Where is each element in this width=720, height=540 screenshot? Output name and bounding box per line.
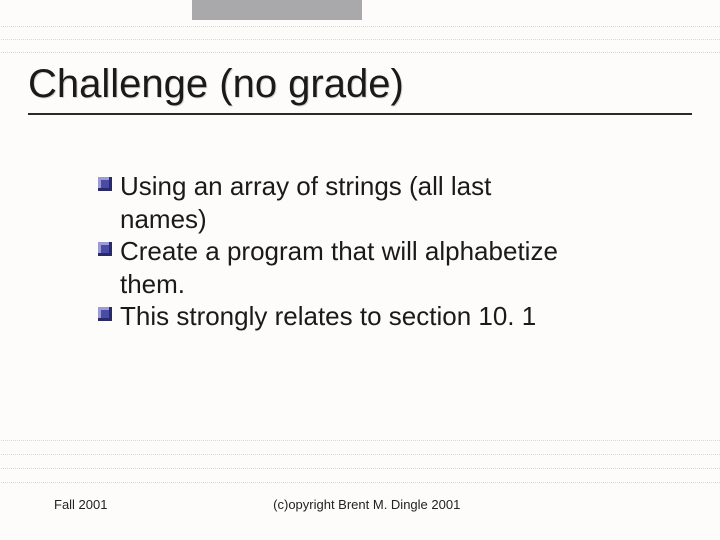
title-underline — [28, 113, 692, 115]
diamond-bullet-icon — [98, 242, 112, 256]
decor-hline — [0, 26, 720, 27]
bullet-text: This strongly relates to section 10. 1 — [120, 300, 536, 333]
diamond-bullet-icon — [98, 307, 112, 321]
title-block: Challenge (no grade) — [28, 62, 692, 115]
decor-top-bar — [192, 0, 362, 20]
decor-hline — [0, 52, 720, 53]
decor-hline — [0, 468, 720, 469]
decor-hline — [0, 39, 720, 40]
footer-center-text: (c)opyright Brent M. Dingle 2001 — [67, 497, 666, 512]
footer: Fall 2001 (c)opyright Brent M. Dingle 20… — [54, 497, 666, 512]
body-block: Using an array of strings (all last name… — [98, 170, 660, 333]
decor-hline — [0, 482, 720, 483]
decor-hline — [0, 440, 720, 441]
decor-hline — [0, 454, 720, 455]
diamond-bullet-icon — [98, 177, 112, 191]
bullet-item: This strongly relates to section 10. 1 — [98, 300, 660, 333]
slide-title: Challenge (no grade) — [28, 62, 692, 107]
bullet-item: Using an array of strings (all last — [98, 170, 660, 203]
bullet-text-wrap: names) — [98, 203, 660, 236]
bullet-item: Create a program that will alphabetize — [98, 235, 660, 268]
bullet-text: Create a program that will alphabetize — [120, 235, 558, 268]
bullet-text: Using an array of strings (all last — [120, 170, 491, 203]
bullet-text-wrap: them. — [98, 268, 660, 301]
